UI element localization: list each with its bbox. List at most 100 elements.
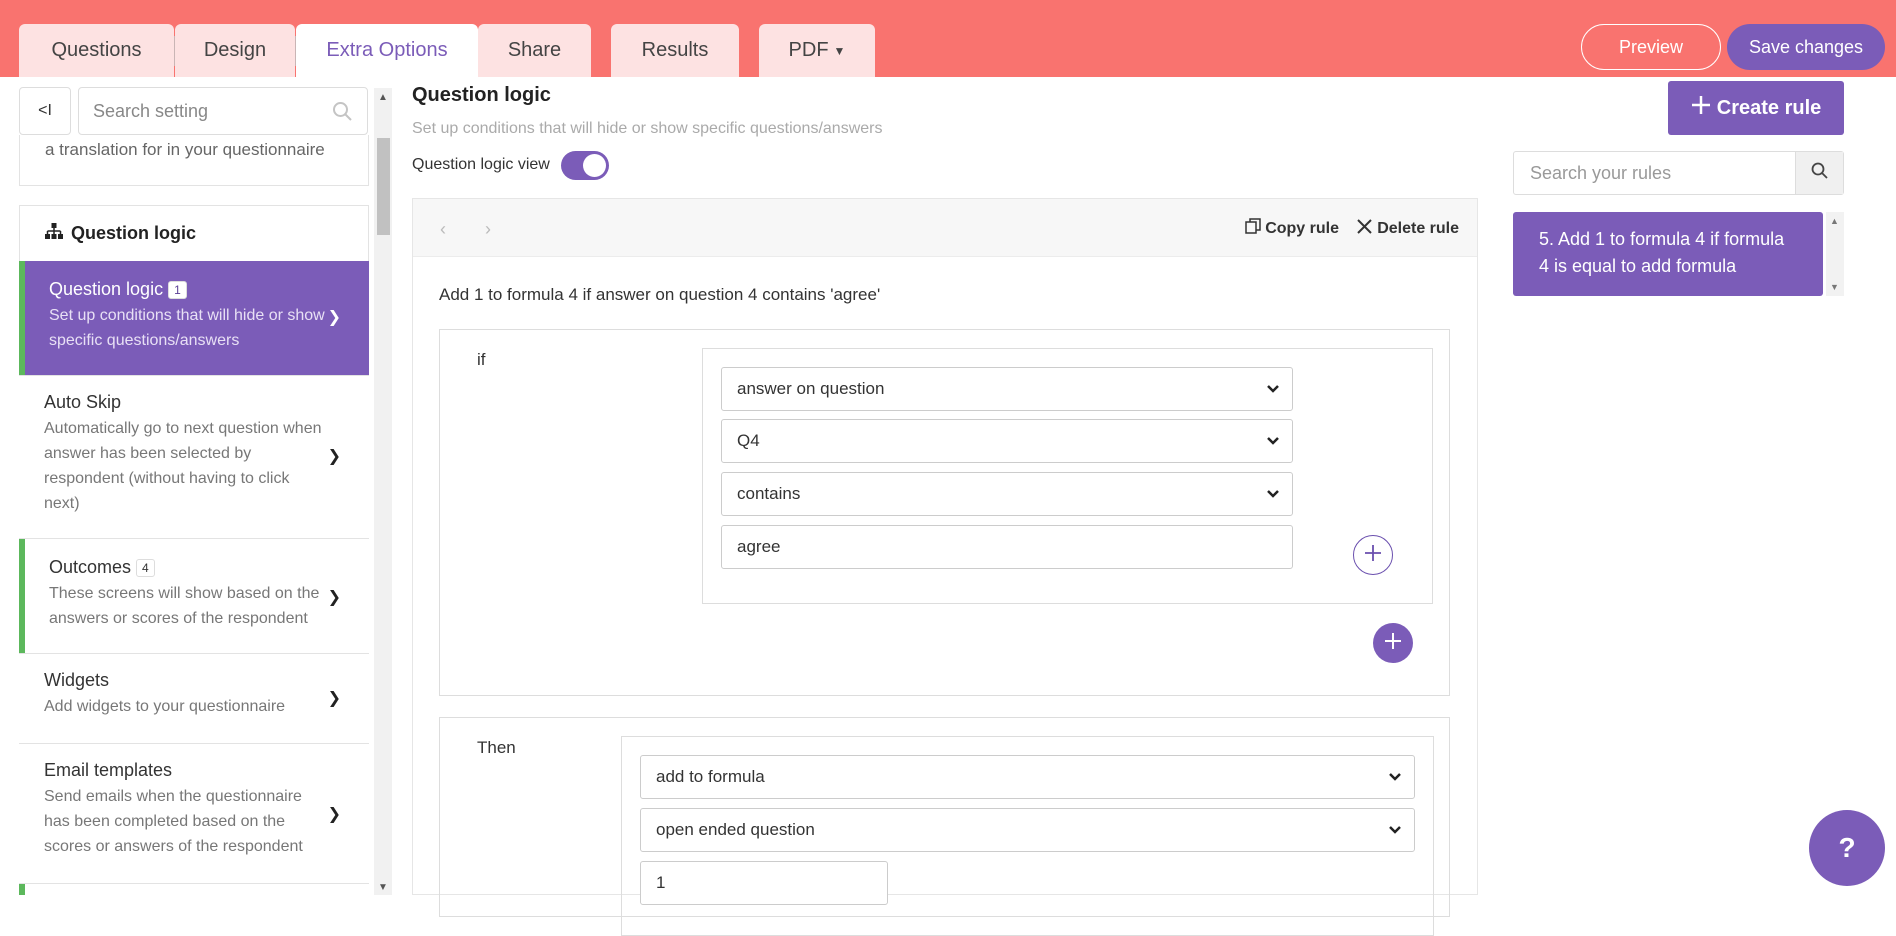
tab-questions[interactable]: Questions	[19, 24, 174, 77]
condition-operator-value: contains	[737, 484, 801, 503]
action-type-select[interactable]: add to formula	[640, 755, 1415, 799]
sidebar-item-next[interactable]	[19, 884, 369, 895]
scroll-up-arrow-icon[interactable]: ▲	[1830, 216, 1839, 226]
chevron-right-icon[interactable]: ›	[485, 219, 491, 240]
add-condition-button[interactable]	[1353, 535, 1393, 575]
plus-icon	[1691, 95, 1711, 121]
toggle-knob	[583, 154, 606, 177]
sidebar-item-title: Question logic 1	[49, 279, 187, 300]
sidebar-item-desc: These screens will show based on the ans…	[49, 585, 320, 627]
create-rule-button[interactable]: Create rule	[1668, 81, 1844, 135]
sidebar-item-outcomes[interactable]: Outcomes 4 These screens will show based…	[19, 539, 369, 654]
plus-icon	[1364, 544, 1382, 567]
search-setting-field[interactable]	[78, 87, 368, 135]
then-actions-block: Then add to formula open ended question …	[439, 717, 1450, 936]
search-icon	[332, 101, 353, 127]
save-changes-button[interactable]: Save changes	[1727, 24, 1885, 70]
tab-pdf-label: PDF	[788, 39, 829, 61]
chevron-right-icon: ❯	[327, 690, 341, 707]
active-indicator	[19, 884, 25, 895]
sidebar-item-title: Outcomes 4	[49, 557, 155, 578]
delete-rule-label: Delete rule	[1377, 220, 1459, 237]
top-navigation-bar: Questions Design Extra Options Share Res…	[0, 0, 1896, 77]
active-indicator	[19, 539, 25, 653]
sidebar-item-desc: Automatically go to next question when a…	[44, 420, 322, 512]
rule-toolbar: ‹ › Copy rule Delete rule	[413, 199, 1477, 257]
sidebar-scrollbar-thumb[interactable]	[377, 138, 390, 235]
collapse-sidebar-button[interactable]: <I	[19, 87, 71, 135]
question-logic-view-label: Question logic view	[412, 156, 550, 173]
condition-question-value: Q4	[737, 431, 760, 450]
sitemap-icon	[45, 223, 63, 244]
sidebar-item-desc: Send emails when the questionnaire has b…	[44, 788, 303, 855]
action-amount-input[interactable]: 1	[640, 861, 888, 905]
rule-list-item[interactable]: 5. Add 1 to formula 4 if formula 4 is eq…	[1513, 212, 1823, 296]
tab-design[interactable]: Design	[175, 24, 295, 77]
sidebar-item-widgets[interactable]: Widgets Add widgets to your questionnair…	[19, 654, 369, 744]
chevron-right-icon: ❯	[327, 448, 341, 465]
count-badge: 1	[168, 280, 187, 299]
scroll-down-arrow-icon[interactable]: ▼	[378, 882, 388, 893]
close-icon	[1356, 218, 1373, 240]
scroll-down-arrow-icon[interactable]: ▼	[1830, 282, 1839, 292]
sidebar-item-label: Email templates	[44, 760, 173, 780]
sidebar-item-auto-skip[interactable]: Auto Skip Automatically go to next quest…	[19, 376, 369, 539]
action-target-select[interactable]: open ended question	[640, 808, 1415, 852]
search-rules-field[interactable]	[1513, 151, 1844, 195]
delete-rule-button[interactable]: Delete rule	[1356, 218, 1459, 240]
rule-editor: ‹ › Copy rule Delete rule Add 1 to formu…	[412, 198, 1478, 936]
action-amount-value: 1	[656, 873, 666, 892]
sidebar-item-desc: Set up conditions that will hide or show…	[49, 307, 325, 349]
condition-value-text: agree	[737, 537, 781, 556]
sidebar-item-title: Email templates	[44, 760, 172, 781]
condition-subject-select[interactable]: answer on question	[721, 367, 1293, 411]
tab-share[interactable]: Share	[478, 24, 591, 77]
sidebar-item-label: Widgets	[44, 670, 110, 690]
action-group: add to formula open ended question 1	[621, 736, 1434, 936]
sidebar-item-email-templates[interactable]: Email templates Send emails when the que…	[19, 744, 369, 884]
action-target-value: open ended question	[656, 820, 815, 839]
copy-rule-label: Copy rule	[1265, 219, 1339, 237]
create-rule-label: Create rule	[1716, 96, 1822, 119]
tab-extra-options[interactable]: Extra Options	[296, 24, 478, 77]
then-label: Then	[477, 738, 516, 757]
help-button[interactable]: ?	[1809, 810, 1885, 886]
chevron-down-icon	[1266, 486, 1280, 506]
condition-question-select[interactable]: Q4	[721, 419, 1293, 463]
sidebar-item-label: Auto Skip	[44, 392, 122, 412]
chevron-right-icon: ❯	[327, 309, 341, 326]
question-logic-view-toggle[interactable]	[561, 151, 609, 180]
chevron-down-icon	[1266, 433, 1280, 453]
if-label: if	[477, 350, 486, 369]
condition-group: answer on question Q4 contains agree	[702, 348, 1433, 604]
condition-operator-select[interactable]: contains	[721, 472, 1293, 516]
sidebar-item-title: Widgets	[44, 670, 109, 691]
active-indicator	[19, 261, 25, 375]
add-condition-group-button[interactable]	[1373, 623, 1413, 663]
group-title: Question logic	[45, 223, 196, 244]
tab-results[interactable]: Results	[611, 24, 739, 77]
copy-icon	[1245, 218, 1261, 239]
group-title-label: Question logic	[71, 223, 197, 243]
preview-button[interactable]: Preview	[1581, 24, 1721, 70]
condition-value-input[interactable]: agree	[721, 525, 1293, 569]
sidebar-item-label: Question logic	[49, 279, 164, 299]
search-rules-button[interactable]	[1795, 152, 1843, 194]
chevron-right-icon: ❯	[327, 589, 341, 606]
chevron-down-icon	[1388, 769, 1402, 789]
chevron-left-icon[interactable]: ‹	[440, 219, 446, 240]
sidebar-item-desc: Add widgets to your questionnaire	[44, 698, 286, 715]
sidebar-item-question-logic[interactable]: Question logic 1 Set up conditions that …	[19, 261, 369, 376]
tab-pdf[interactable]: PDF ▼	[759, 24, 875, 77]
rule-description: Add 1 to formula 4 if answer on question…	[439, 285, 881, 304]
search-rules-input[interactable]	[1514, 152, 1784, 194]
search-setting-input[interactable]	[79, 88, 319, 134]
copy-rule-button[interactable]: Copy rule	[1245, 218, 1339, 239]
rule-list-scrollbar[interactable]: ▲ ▼	[1826, 212, 1844, 296]
chevron-down-icon	[1266, 381, 1280, 401]
page-title: Question logic	[412, 84, 551, 106]
sidebar-item-label: Outcomes	[49, 557, 132, 577]
plus-icon	[1384, 632, 1402, 655]
search-icon	[1811, 162, 1828, 184]
scroll-up-arrow-icon[interactable]: ▲	[378, 92, 388, 103]
